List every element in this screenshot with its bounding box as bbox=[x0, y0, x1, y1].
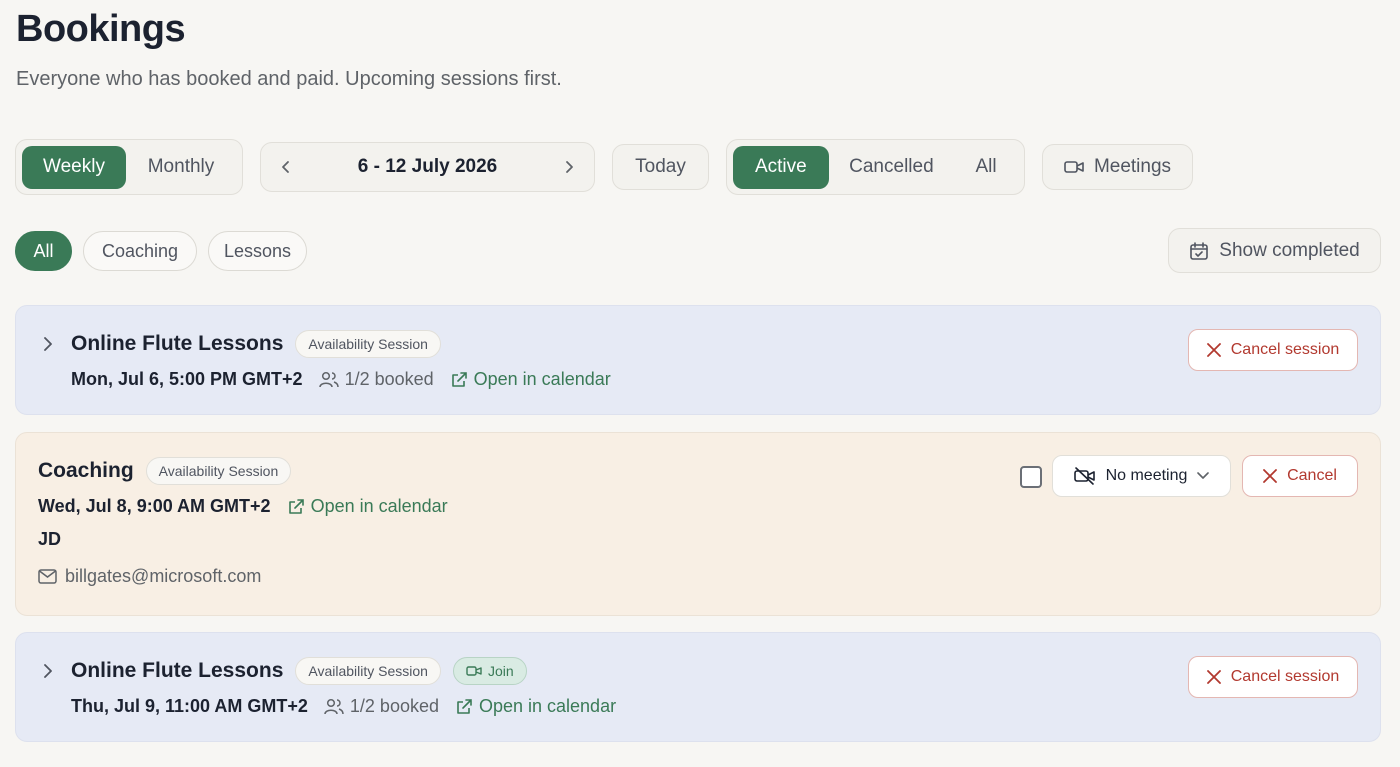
close-icon bbox=[1206, 343, 1221, 357]
open-in-calendar-label: Open in calendar bbox=[478, 696, 617, 716]
page-subtitle: Everyone who has booked and paid. Upcomi… bbox=[16, 68, 562, 90]
session-card[interactable]: Coaching Availability Session Wed, Jul 8… bbox=[15, 432, 1381, 616]
cancel-session-label: Cancel session bbox=[1230, 668, 1340, 685]
close-icon bbox=[1206, 670, 1221, 684]
filter-coaching-pill[interactable]: Coaching bbox=[83, 231, 197, 271]
session-card[interactable]: Online Flute Lessons Availability Sessio… bbox=[15, 632, 1381, 742]
session-datetime: Thu, Jul 9, 11:00 AM GMT+2 bbox=[71, 696, 308, 716]
status-active-button[interactable]: Active bbox=[733, 145, 829, 189]
period-toggle: Weekly Monthly bbox=[15, 139, 243, 195]
cancel-session-label: Cancel session bbox=[1230, 341, 1340, 358]
show-completed-button[interactable]: Show completed bbox=[1168, 228, 1381, 273]
status-cancelled-button[interactable]: Cancelled bbox=[829, 146, 954, 189]
meetings-label: Meetings bbox=[1093, 156, 1172, 177]
session-card[interactable]: Online Flute Lessons Availability Sessio… bbox=[15, 305, 1381, 415]
meetings-button[interactable]: Meetings bbox=[1042, 144, 1193, 190]
calendar-check-icon bbox=[1189, 241, 1209, 261]
chevron-right-icon[interactable] bbox=[562, 160, 576, 174]
today-button[interactable]: Today bbox=[612, 144, 709, 190]
video-camera-icon bbox=[466, 665, 482, 677]
session-title: Coaching bbox=[38, 459, 134, 482]
external-link-icon bbox=[455, 698, 473, 716]
open-in-calendar-label: Open in calendar bbox=[310, 496, 448, 516]
booked-count: 1/2 booked bbox=[349, 696, 439, 716]
monthly-button[interactable]: Monthly bbox=[126, 146, 236, 189]
open-in-calendar-label: Open in calendar bbox=[473, 369, 611, 389]
chevron-right-icon[interactable] bbox=[42, 664, 54, 678]
video-off-icon bbox=[1073, 467, 1096, 485]
mail-icon bbox=[38, 569, 57, 584]
chevron-right-icon[interactable] bbox=[42, 337, 54, 351]
session-type-badge: Availability Session bbox=[295, 330, 441, 358]
session-type-badge: Availability Session bbox=[295, 657, 441, 685]
join-label: Join bbox=[487, 663, 514, 679]
users-icon bbox=[324, 698, 344, 716]
join-button[interactable]: Join bbox=[452, 657, 527, 685]
meeting-select-label: No meeting bbox=[1105, 467, 1188, 484]
status-toggle: Active Cancelled All bbox=[726, 139, 1025, 195]
chevron-left-icon[interactable] bbox=[279, 160, 293, 174]
filter-all-pill[interactable]: All bbox=[15, 231, 72, 271]
external-link-icon bbox=[287, 498, 305, 516]
date-range-picker: 6 - 12 July 2026 bbox=[260, 142, 595, 192]
page-title: Bookings bbox=[16, 8, 186, 50]
open-in-calendar-link[interactable]: Open in calendar bbox=[450, 369, 611, 390]
status-all-button[interactable]: All bbox=[954, 146, 1018, 189]
booked-count: 1/2 booked bbox=[344, 369, 434, 389]
session-datetime: Wed, Jul 8, 9:00 AM GMT+2 bbox=[38, 496, 271, 516]
date-range-label: 6 - 12 July 2026 bbox=[357, 156, 498, 177]
show-completed-label: Show completed bbox=[1219, 239, 1360, 261]
session-title: Online Flute Lessons bbox=[71, 659, 284, 682]
close-icon bbox=[1263, 469, 1277, 483]
open-in-calendar-link[interactable]: Open in calendar bbox=[287, 496, 448, 517]
client-initials: JD bbox=[38, 529, 62, 549]
select-session-checkbox[interactable] bbox=[1020, 466, 1042, 488]
filter-lessons-pill[interactable]: Lessons bbox=[208, 231, 307, 271]
users-icon bbox=[318, 371, 339, 389]
cancel-session-button[interactable]: Cancel session bbox=[1188, 656, 1358, 698]
video-camera-icon bbox=[1064, 159, 1084, 175]
cancel-session-button[interactable]: Cancel session bbox=[1188, 329, 1358, 371]
client-email: billgates@microsoft.com bbox=[65, 566, 262, 586]
external-link-icon bbox=[450, 371, 468, 389]
session-type-badge: Availability Session bbox=[145, 457, 292, 485]
session-datetime: Mon, Jul 6, 5:00 PM GMT+2 bbox=[71, 369, 303, 389]
session-title: Online Flute Lessons bbox=[71, 332, 284, 355]
cancel-label: Cancel bbox=[1287, 467, 1337, 484]
cancel-button[interactable]: Cancel bbox=[1242, 455, 1358, 497]
chevron-down-icon bbox=[1197, 472, 1210, 480]
meeting-select[interactable]: No meeting bbox=[1052, 455, 1231, 497]
weekly-button[interactable]: Weekly bbox=[22, 145, 126, 189]
open-in-calendar-link[interactable]: Open in calendar bbox=[455, 696, 616, 717]
